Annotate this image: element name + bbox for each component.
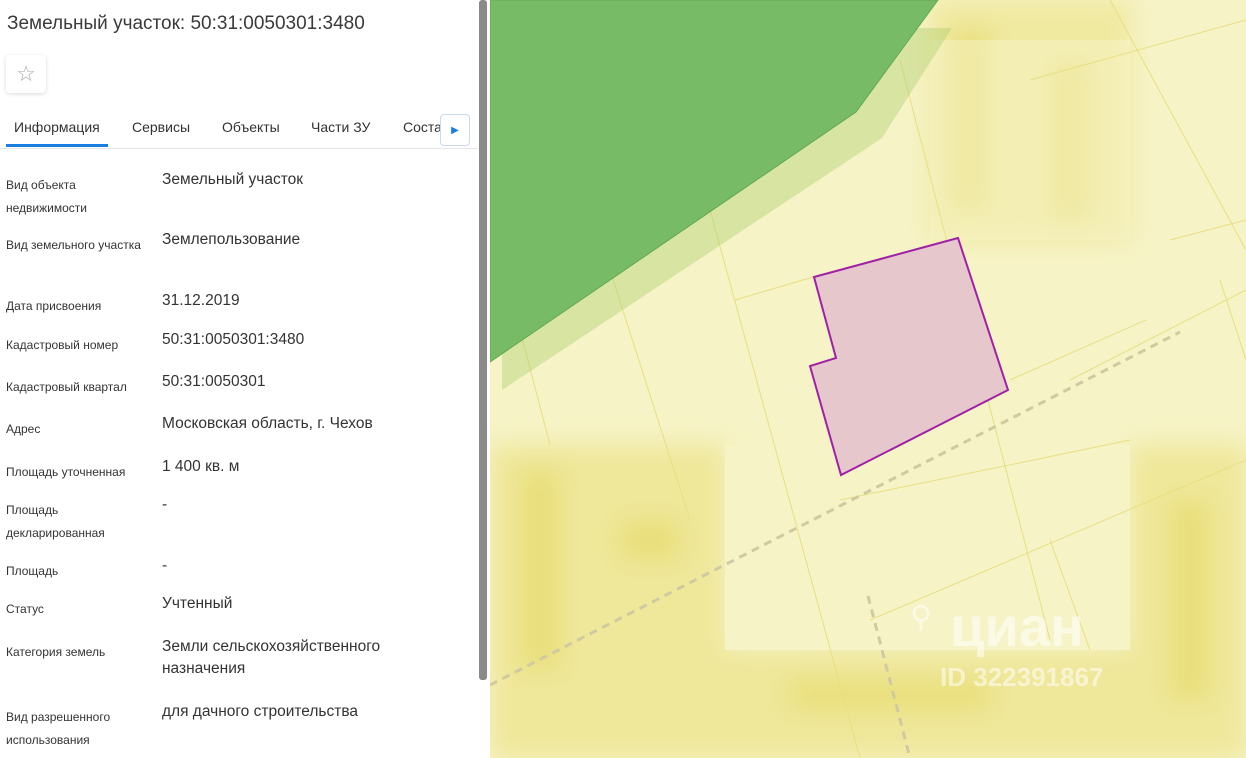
field-label: Площадь уточненная xyxy=(6,465,126,479)
field-value: Московская область, г. Чехов xyxy=(162,415,373,432)
page-title: Земельный участок: 50:31:0050301:3480 xyxy=(7,13,365,34)
watermark-id: ID 322391867 xyxy=(940,662,1104,692)
favorite-button[interactable]: ☆ xyxy=(6,55,46,93)
watermark: ⚲ циан ID 322391867 xyxy=(910,595,1103,692)
field-value: 1 400 кв. м xyxy=(162,458,240,475)
field-value: для дачного строительства xyxy=(162,703,359,720)
field-value: Землепользование xyxy=(162,231,301,248)
field-value: - xyxy=(162,557,168,574)
field-label: Дата присвоения xyxy=(6,299,102,313)
tab-info[interactable]: Информация xyxy=(6,119,108,147)
tabs-next-button[interactable]: ▶ xyxy=(440,114,470,146)
tab-services[interactable]: Сервисы xyxy=(132,119,190,135)
selected-parcel[interactable] xyxy=(808,236,1010,477)
star-outline-icon: ☆ xyxy=(16,61,36,86)
field-label: Вид объекта недвижимости xyxy=(6,178,87,215)
map-canvas xyxy=(490,0,1246,758)
caret-right-icon: ▶ xyxy=(451,124,459,136)
field-value: 31.12.2019 xyxy=(162,292,240,309)
field-label: Площадь xyxy=(6,564,59,578)
tab-parts[interactable]: Части ЗУ xyxy=(311,119,370,135)
info-panel: Земельный участок: 50:31:0050301:3480 ☆ … xyxy=(0,0,478,758)
field-value: Учтенный xyxy=(162,595,233,612)
field-label: Кадастровый квартал xyxy=(6,380,127,394)
field-value: Земли сельскохозяйственного назначения xyxy=(162,638,381,677)
field-label: Вид разрешенного использования xyxy=(6,710,111,747)
field-label: Статус xyxy=(6,602,44,616)
field-value: Земельный участок xyxy=(162,171,304,188)
tab-objects[interactable]: Объекты xyxy=(222,119,280,135)
field-label: Кадастровый номер xyxy=(6,338,119,352)
field-label: Вид земельного участка xyxy=(6,238,141,252)
field-value: 50:31:0050301:3480 xyxy=(162,331,305,348)
field-label: Площадь декларированная xyxy=(6,503,105,540)
map-view[interactable]: ⚲ циан ID 322391867 xyxy=(490,0,1246,758)
field-value: 50:31:0050301 xyxy=(162,373,266,390)
watermark-brand: циан xyxy=(950,595,1084,658)
field-value: - xyxy=(162,496,168,513)
tab-bar: Информация Сервисы Объекты Части ЗУ Сост… xyxy=(0,108,478,149)
field-label: Категория земель xyxy=(6,645,106,659)
field-label: Адрес xyxy=(6,422,41,436)
cian-logo-icon: ⚲ xyxy=(910,601,932,634)
scrollbar-thumb[interactable] xyxy=(479,0,487,680)
